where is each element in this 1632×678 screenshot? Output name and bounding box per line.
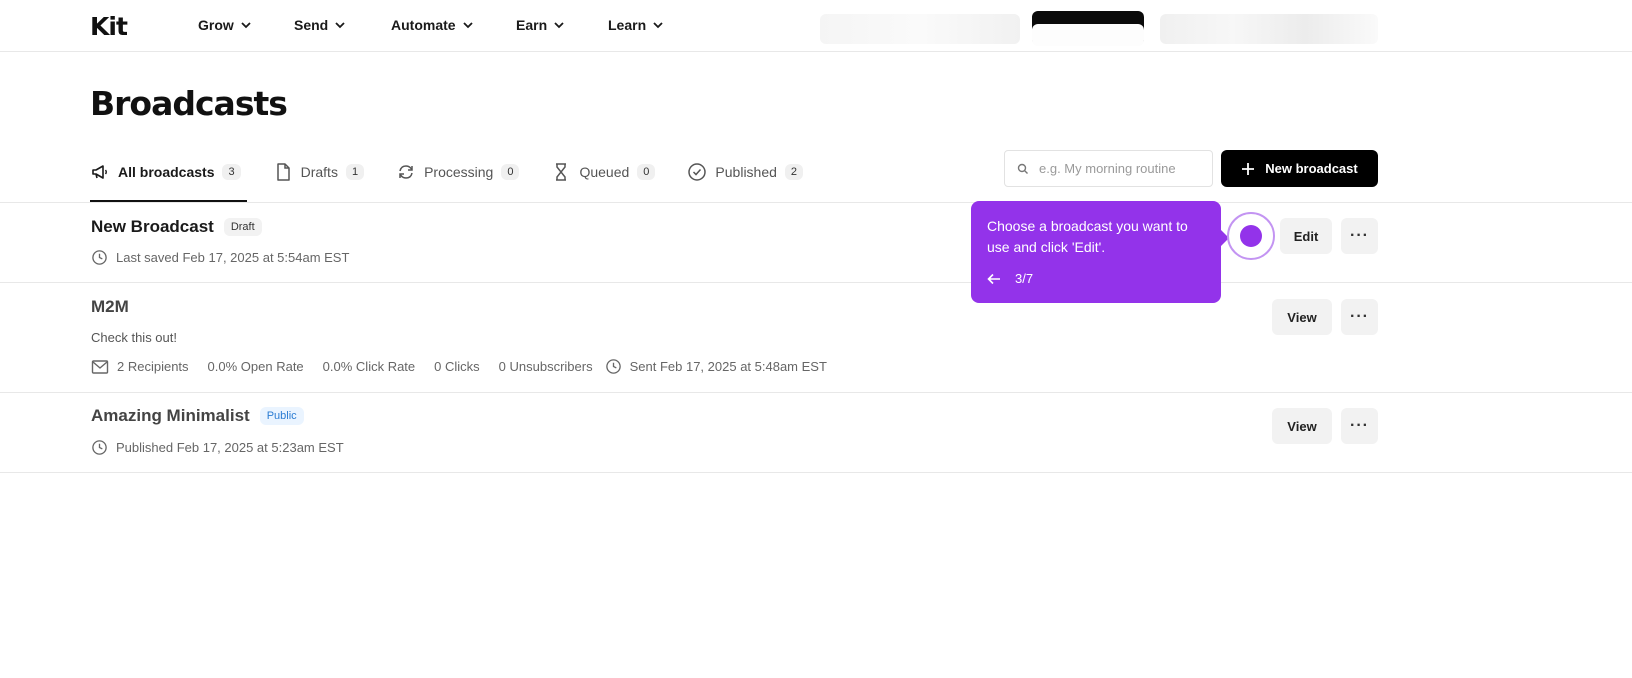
- broadcast-meta: Last saved Feb 17, 2025 at 5:54am EST: [91, 249, 349, 266]
- tab-drafts-label: Drafts: [300, 164, 338, 180]
- guide-tooltip: Choose a broadcast you want to use and c…: [971, 201, 1229, 303]
- nav-learn-label: Learn: [608, 17, 647, 33]
- top-navigation: Kit Grow Send Automate Earn Learn: [0, 0, 1632, 52]
- broadcast-tabs: All broadcasts 3 Drafts 1 Processing 0 Q…: [90, 158, 835, 186]
- chevron-down-icon: [335, 22, 345, 29]
- tab-count-badge: 0: [637, 164, 656, 180]
- check-circle-icon: [688, 163, 707, 181]
- nav-automate-label: Automate: [391, 17, 456, 33]
- tab-queued-label: Queued: [579, 164, 630, 180]
- status-badge: Public: [259, 407, 304, 425]
- chevron-down-icon: [462, 22, 473, 29]
- unsubscribers-stat: 0 Unsubscribers: [498, 359, 593, 374]
- tab-published[interactable]: Published 2: [687, 158, 804, 186]
- more-options-button[interactable]: ···: [1341, 299, 1378, 335]
- tooltip-step-counter: 3/7: [1015, 271, 1034, 286]
- chevron-down-icon: [241, 22, 251, 29]
- tab-queued[interactable]: Queued 0: [551, 158, 656, 186]
- last-saved-text: Last saved Feb 17, 2025 at 5:54am EST: [116, 250, 350, 265]
- tab-processing-label: Processing: [424, 164, 494, 180]
- broadcast-title-row-1[interactable]: New Broadcast Draft: [91, 217, 262, 237]
- kit-logo[interactable]: Kit: [90, 12, 128, 41]
- nav-grow-label: Grow: [198, 17, 234, 33]
- more-options-button[interactable]: ···: [1341, 218, 1378, 254]
- broadcast-meta: Published Feb 17, 2025 at 5:23am EST: [91, 439, 344, 456]
- broadcast-description: Check this out!: [91, 330, 177, 345]
- envelope-icon: [91, 359, 109, 374]
- nav-earn-label: Earn: [516, 17, 548, 33]
- broadcast-title-row-2[interactable]: M2M: [91, 297, 129, 317]
- nav-send[interactable]: Send: [294, 17, 346, 33]
- tab-drafts[interactable]: Drafts 1: [273, 158, 365, 186]
- search-input[interactable]: [1039, 161, 1209, 176]
- tab-all-broadcasts-label: All broadcasts: [118, 164, 215, 180]
- broadcast-stats: 2 Recipients 0.0% Open Rate 0.0% Click R…: [91, 358, 846, 375]
- broadcast-title[interactable]: New Broadcast: [91, 217, 214, 237]
- divider: [0, 392, 1632, 393]
- blurred-nav-overlay: [1032, 24, 1144, 46]
- edit-button[interactable]: Edit: [1280, 218, 1332, 254]
- divider: [0, 202, 1632, 203]
- nav-grow[interactable]: Grow: [198, 17, 252, 33]
- sent-date-stat: Sent Feb 17, 2025 at 5:48am EST: [629, 359, 827, 374]
- click-rate-stat: 0.0% Click Rate: [322, 359, 416, 374]
- nav-send-label: Send: [294, 17, 329, 33]
- broadcast-title[interactable]: M2M: [91, 297, 129, 317]
- blurred-account-area[interactable]: [1160, 14, 1378, 44]
- search-icon: [1017, 163, 1028, 174]
- chevron-down-icon: [653, 22, 663, 29]
- guide-beacon[interactable]: [1240, 225, 1262, 247]
- status-badge: Draft: [223, 218, 262, 236]
- clock-icon: [92, 440, 107, 455]
- broadcast-search[interactable]: [1004, 150, 1213, 187]
- broadcast-title-row-3[interactable]: Amazing Minimalist Public: [91, 406, 304, 426]
- nav-learn[interactable]: Learn: [608, 17, 664, 33]
- tab-count-badge: 0: [501, 164, 520, 180]
- divider: [0, 282, 1632, 283]
- refresh-icon: [399, 165, 413, 179]
- view-button[interactable]: View: [1272, 299, 1332, 335]
- tab-all-broadcasts[interactable]: All broadcasts 3: [90, 158, 241, 186]
- page-title: Broadcasts: [90, 84, 288, 123]
- clicks-stat: 0 Clicks: [434, 359, 480, 374]
- document-icon: [276, 163, 290, 181]
- broadcast-title[interactable]: Amazing Minimalist: [91, 406, 250, 426]
- tab-count-badge: 1: [345, 164, 365, 180]
- tooltip-navigation: 3/7: [987, 271, 1033, 286]
- tooltip-message: Choose a broadcast you want to use and c…: [987, 218, 1188, 255]
- arrow-left-icon[interactable]: [987, 273, 1001, 285]
- tab-processing[interactable]: Processing 0: [396, 158, 520, 186]
- megaphone-icon: [92, 165, 107, 179]
- hourglass-icon: [556, 163, 567, 181]
- tab-published-label: Published: [715, 164, 777, 180]
- tab-count-badge: 2: [784, 164, 804, 180]
- clock-icon: [92, 250, 107, 265]
- new-broadcast-label: New broadcast: [1265, 161, 1358, 176]
- new-broadcast-button[interactable]: New broadcast: [1221, 150, 1378, 187]
- nav-earn[interactable]: Earn: [516, 17, 565, 33]
- chevron-down-icon: [554, 22, 564, 29]
- view-button[interactable]: View: [1272, 408, 1332, 444]
- clock-icon: [605, 359, 621, 374]
- nav-automate[interactable]: Automate: [391, 17, 474, 33]
- divider: [0, 472, 1632, 473]
- more-options-button[interactable]: ···: [1341, 408, 1378, 444]
- tab-count-badge: 3: [222, 164, 241, 180]
- recipients-stat: 2 Recipients: [117, 359, 189, 374]
- plus-icon: [1242, 162, 1255, 175]
- published-date-text: Published Feb 17, 2025 at 5:23am EST: [116, 440, 344, 455]
- open-rate-stat: 0.0% Open Rate: [207, 359, 304, 374]
- blurred-nav-area: [820, 14, 1020, 44]
